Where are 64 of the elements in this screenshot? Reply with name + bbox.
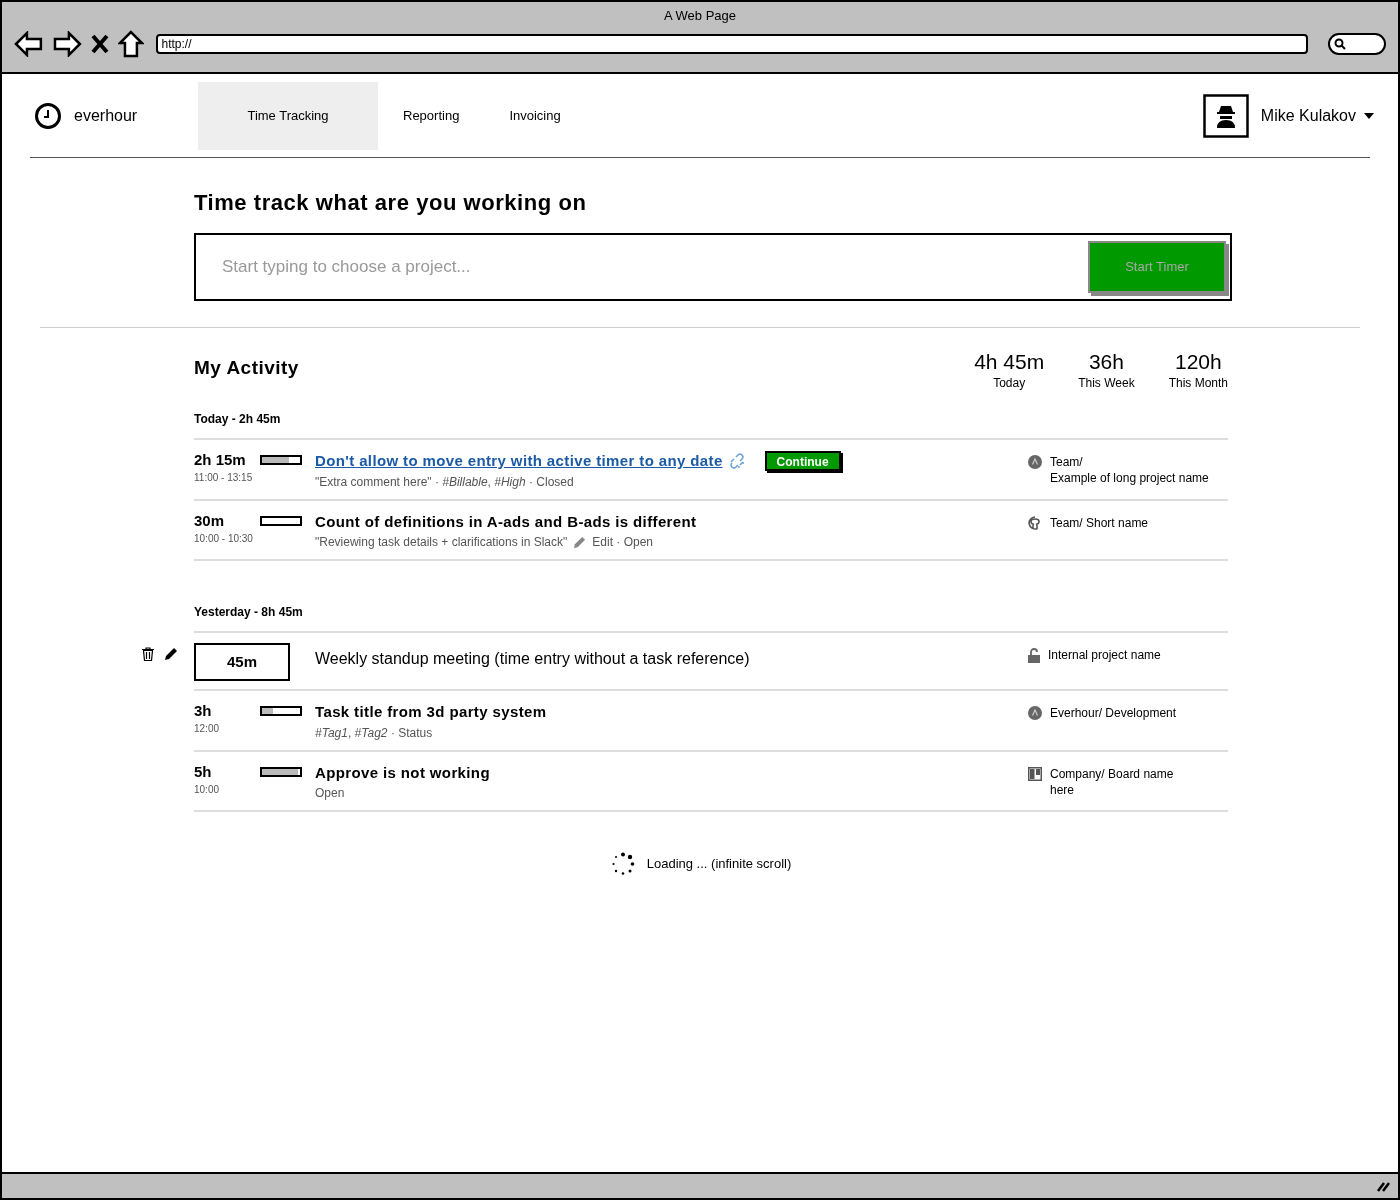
stat-value: 120h bbox=[1174, 350, 1222, 374]
user-menu[interactable]: Mike Kulakov bbox=[1260, 103, 1374, 128]
entry-details: Open bbox=[315, 785, 345, 802]
group-heading: Today - 2h 45m bbox=[194, 410, 1228, 440]
group-heading: Yesterday - 8h 45m bbox=[194, 603, 1228, 633]
task-link[interactable]: Don't allow to move entry with active timer to any date bbox=[315, 450, 723, 473]
broken-link-icon[interactable] bbox=[728, 453, 745, 470]
entry-title: Count of definitions in A-ads and B-ads is different bbox=[315, 511, 697, 532]
project-name: Internal project name bbox=[1048, 647, 1161, 663]
caret-icon bbox=[1364, 112, 1374, 119]
close-icon[interactable] bbox=[89, 32, 110, 55]
nav-tab[interactable]: Invoicing bbox=[484, 81, 586, 150]
search-icon bbox=[1334, 37, 1347, 50]
spinner-icon bbox=[610, 852, 635, 876]
clock-icon bbox=[34, 101, 62, 130]
pencil-icon[interactable] bbox=[164, 647, 178, 661]
loading-text: Loading ... (infinite scroll) bbox=[646, 855, 792, 874]
entry-duration: 3h bbox=[194, 701, 213, 721]
stat-value: 36h bbox=[1088, 350, 1124, 374]
project-name: Team/ Short name bbox=[1050, 514, 1149, 531]
entry-title: Weekly standup meeting (time entry without a task reference) bbox=[315, 649, 750, 669]
entry-details: "Reviewing task details + clarifications in Slack" bbox=[315, 534, 568, 551]
search-field[interactable] bbox=[1328, 32, 1386, 55]
trash-icon[interactable] bbox=[142, 647, 154, 661]
entry-details: "Extra comment here" · #Billable, #High · Closed bbox=[315, 473, 574, 491]
entry-duration: 2h 15m bbox=[194, 450, 247, 470]
entry-duration: 5h bbox=[194, 761, 213, 782]
forward-icon[interactable] bbox=[51, 30, 82, 57]
progress-bar bbox=[260, 706, 302, 716]
entry-duration: 30m bbox=[194, 510, 226, 531]
entry-time: 12:00 bbox=[194, 722, 221, 736]
project-name: Company/ Board name here bbox=[1050, 765, 1174, 798]
unlocked-padlock-icon bbox=[1028, 648, 1040, 663]
stat-value: 4h 45m bbox=[974, 350, 1045, 374]
stat-label: This Month bbox=[1168, 375, 1228, 392]
entry-time: 10:00 - 10:30 bbox=[194, 531, 254, 546]
window-title: A Web Page bbox=[663, 7, 736, 25]
project-name: Team/ Example of long project name bbox=[1050, 454, 1209, 486]
circle-icon bbox=[1028, 455, 1042, 469]
back-icon[interactable] bbox=[14, 30, 44, 57]
project-name: Everhour/ Development bbox=[1050, 705, 1177, 721]
continue-button[interactable]: Continue bbox=[764, 451, 841, 472]
progress-bar bbox=[260, 766, 302, 777]
entry-status: Edit · Open bbox=[592, 534, 653, 551]
resize-grip-icon[interactable] bbox=[1376, 1180, 1390, 1192]
avatar-icon[interactable] bbox=[1202, 93, 1249, 138]
page-heading: Time track what are you working on bbox=[194, 189, 588, 217]
home-icon[interactable] bbox=[117, 29, 144, 58]
nav-tab[interactable]: Time Tracking bbox=[198, 81, 378, 150]
entry-title: Task title from 3d party system bbox=[315, 702, 547, 722]
circle-icon bbox=[1028, 706, 1042, 720]
nav-tab[interactable]: Reporting bbox=[378, 81, 485, 150]
stat-label: Today bbox=[993, 375, 1026, 392]
entry-time: 11:00 - 13:15 bbox=[194, 471, 254, 485]
entry-time: 10:00 bbox=[194, 782, 221, 797]
entry-details: #Tag1, #Tag2 · Status bbox=[315, 724, 433, 742]
address-bar[interactable]: http:// bbox=[155, 33, 1309, 54]
progress-bar bbox=[260, 455, 302, 465]
brand-name: everhour bbox=[74, 105, 138, 126]
section-heading: My Activity bbox=[194, 356, 299, 380]
stat-label: This Week bbox=[1078, 375, 1135, 392]
entry-title: Approve is not working bbox=[315, 762, 490, 783]
duration-box[interactable]: 45m bbox=[194, 643, 290, 681]
board-icon bbox=[1028, 766, 1042, 781]
